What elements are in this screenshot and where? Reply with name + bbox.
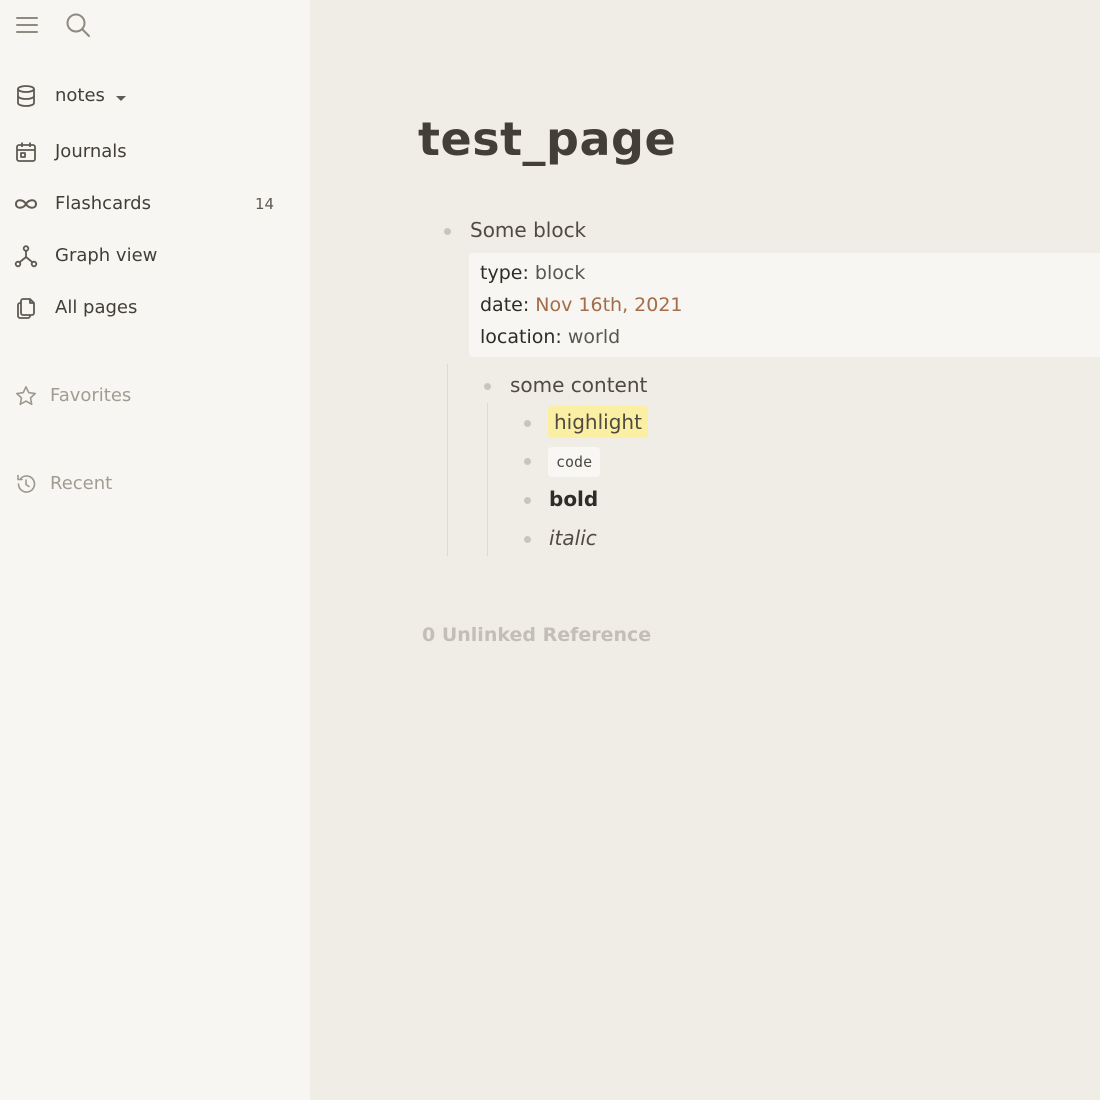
left-sidebar: notes Journals Flashcards 14 Graph view … [0,0,310,1100]
sidebar-item-flashcards[interactable]: Flashcards 14 [0,184,300,224]
infinity-icon [14,192,38,216]
hamburger-menu-icon[interactable] [14,12,40,38]
sidebar-item-label: Journals [55,141,127,162]
graph-selector[interactable]: notes [0,76,300,116]
pages-icon [14,296,38,320]
block-bold[interactable]: bold [549,487,598,511]
search-icon[interactable] [64,11,92,39]
date-link[interactable]: Nov 16th, 2021 [535,294,682,316]
property-key: location [480,326,556,348]
flashcards-count-badge: 14 [255,195,275,213]
recent-section-header[interactable]: Recent [0,466,300,502]
graph-icon [14,244,38,268]
block-bullet[interactable] [524,458,531,465]
property-value: world [567,326,621,348]
caret-down-icon [114,90,128,109]
block-code[interactable]: code [548,447,601,477]
block-some-content[interactable]: some content [510,373,647,397]
block-bullet[interactable] [444,228,451,235]
sidebar-item-graph-view[interactable]: Graph view [0,236,300,276]
unlinked-references-toggle[interactable]: 0 Unlinked Reference [422,624,651,646]
favorites-section-header[interactable]: Favorites [0,378,300,414]
page-title[interactable]: test_page [418,112,676,166]
recent-label: Recent [50,473,113,494]
property-key: date [480,294,523,316]
block-highlight[interactable]: highlight [548,406,648,438]
database-icon [14,84,38,108]
property-location: location: world [480,326,620,348]
property-type: type: block [480,262,585,284]
history-icon [14,472,38,496]
calendar-icon [14,140,38,164]
property-key: type [480,262,523,284]
sidebar-item-journals[interactable]: Journals [0,132,300,172]
children-guide-line [447,364,448,556]
sidebar-item-all-pages[interactable]: All pages [0,288,300,328]
sidebar-item-label: All pages [55,297,138,318]
property-date: date: Nov 16th, 2021 [480,294,683,316]
block-bullet[interactable] [484,383,491,390]
property-sep: : [522,262,529,284]
block-bullet[interactable] [524,420,531,427]
children-guide-line [487,403,488,556]
star-icon [14,384,38,408]
block-bullet[interactable] [524,536,531,543]
block-italic[interactable]: italic [549,526,597,550]
sidebar-item-label: Graph view [55,245,158,266]
property-value: block [534,262,586,284]
sidebar-item-label: Flashcards [55,193,151,214]
property-sep: : [555,326,562,348]
property-sep: : [522,294,530,316]
block-properties[interactable]: type: block date: Nov 16th, 2021 locatio… [469,253,1100,357]
block-bullet[interactable] [524,497,531,504]
block-some-block[interactable]: Some block [470,218,586,242]
favorites-label: Favorites [50,385,132,406]
graph-name: notes [55,85,105,106]
